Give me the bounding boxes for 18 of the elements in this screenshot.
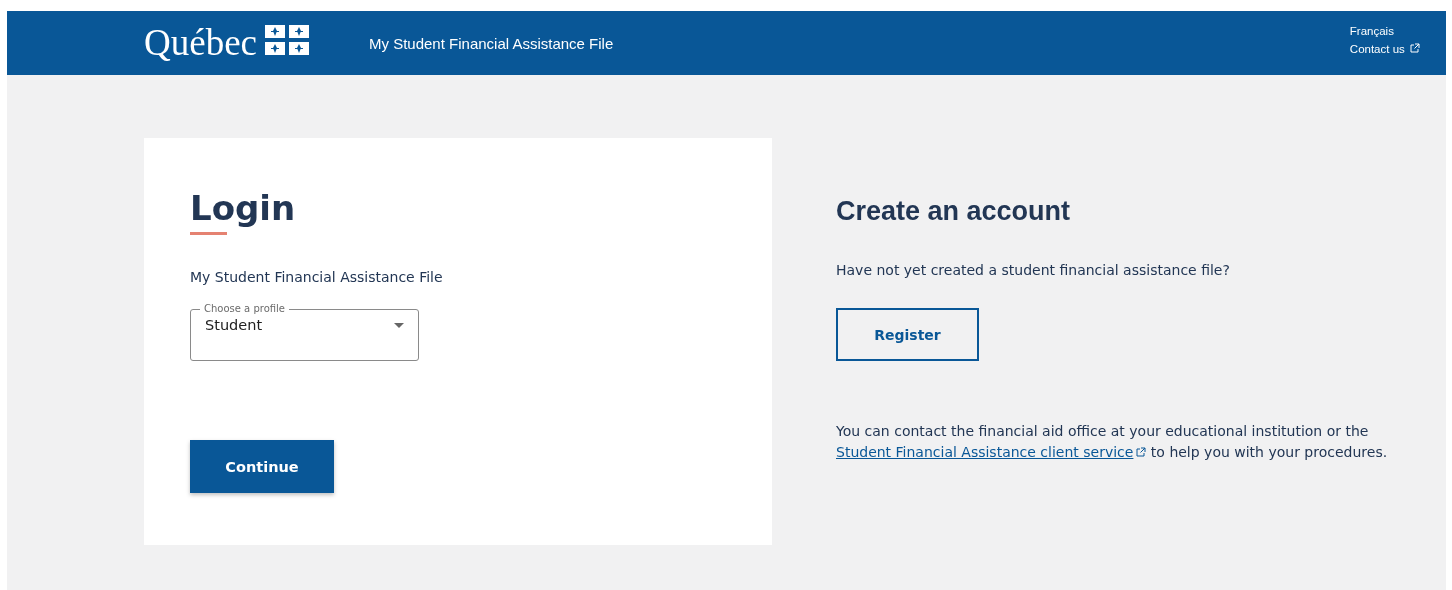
flag-icon <box>265 25 309 55</box>
caret-icon <box>394 322 404 328</box>
site-title: My Student Financial Assistance File <box>369 34 614 52</box>
heading-underline <box>190 232 227 235</box>
logo-text: Québec <box>144 23 257 63</box>
register-button[interactable]: Register <box>836 308 979 361</box>
account-question: Have not yet created a student financial assistance file? <box>836 262 1230 278</box>
help-text: You can contact the financial aid office at your educational institution or the Student Financial Assistance client service to help you with your procedures. <box>836 422 1389 462</box>
external-link-icon <box>1410 43 1420 53</box>
contact-link[interactable]: Contact us <box>1349 40 1420 58</box>
language-link[interactable]: Français <box>1349 22 1420 40</box>
login-heading: Login <box>190 187 296 230</box>
create-account-heading: Create an account <box>836 195 1071 228</box>
client-service-link[interactable]: Student Financial Assistance client service <box>836 444 1147 460</box>
profile-select[interactable]: Choose a profile Student <box>190 303 419 361</box>
login-subtitle: My Student Financial Assistance File <box>190 269 443 285</box>
continue-button[interactable]: Continue <box>190 440 334 493</box>
external-link-icon <box>1136 447 1147 457</box>
